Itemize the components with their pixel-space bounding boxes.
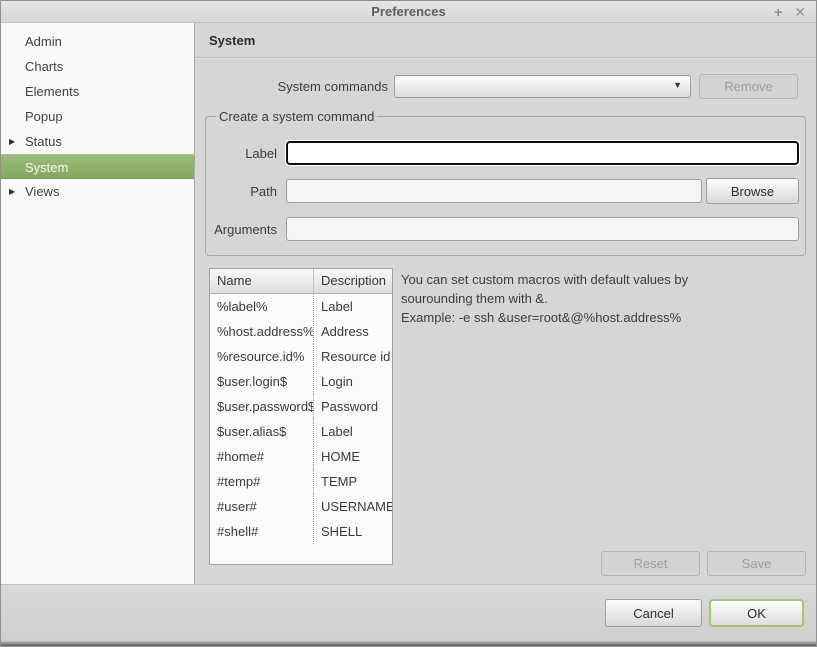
main-content: System System commands ▼ Remove Create a…: [195, 23, 816, 584]
column-header-description[interactable]: Description: [314, 269, 392, 294]
table-row[interactable]: #user#USERNAME: [210, 494, 392, 519]
macro-name-cell: $user.alias$: [210, 419, 314, 444]
macro-description-cell: Login: [314, 369, 392, 394]
macro-name-cell: %label%: [210, 294, 314, 319]
macro-name-cell: %resource.id%: [210, 344, 314, 369]
sidebar-item-label: Popup: [25, 109, 63, 124]
sidebar-item-label: Charts: [25, 59, 63, 74]
create-command-fieldset: Create a system command Label Path Brows…: [205, 109, 806, 256]
macro-name-cell: %host.address%: [210, 319, 314, 344]
sidebar-item-label: Elements: [25, 84, 79, 99]
macro-name-cell: #shell#: [210, 519, 314, 544]
macros-table-header: Name Description: [210, 269, 392, 294]
macro-name-cell: #user#: [210, 494, 314, 519]
remove-button[interactable]: Remove: [699, 74, 798, 99]
table-row[interactable]: #shell#SHELL: [210, 519, 392, 544]
sidebar-item-label: Status: [25, 134, 62, 149]
sidebar-item-system[interactable]: System: [1, 154, 194, 179]
table-row[interactable]: %host.address%Address: [210, 319, 392, 344]
reset-button[interactable]: Reset: [601, 551, 700, 576]
expander-arrow-icon[interactable]: ▶: [9, 129, 15, 154]
table-row[interactable]: #temp#TEMP: [210, 469, 392, 494]
preferences-window: Preferences + ✕ Admin Charts Elements Popup…: [0, 0, 817, 647]
window-title: Preferences: [1, 4, 816, 19]
heading-separator: [195, 57, 816, 59]
macro-description-cell: SHELL: [314, 519, 392, 544]
close-icon[interactable]: ✕: [794, 3, 806, 21]
table-row[interactable]: %label%Label: [210, 294, 392, 319]
path-field-label: Path: [214, 184, 286, 199]
sidebar-item-label: Admin: [25, 34, 62, 49]
table-row[interactable]: $user.password$Password: [210, 394, 392, 419]
sidebar-nav: Admin Charts Elements Popup ▶ Status System ▶ Vi…: [1, 23, 195, 584]
browse-button[interactable]: Browse: [706, 178, 799, 204]
label-field[interactable]: [286, 141, 799, 165]
macro-help-line: sourounding them with &.: [401, 289, 688, 308]
sidebar-item-charts[interactable]: Charts: [1, 54, 194, 79]
sidebar-item-status[interactable]: ▶ Status: [1, 129, 194, 154]
macro-description-cell: USERNAME: [314, 494, 392, 519]
window-bottom-edge: [1, 641, 816, 646]
macro-description-cell: Label: [314, 419, 392, 444]
macros-table[interactable]: Name Description %label%Label%host.addre…: [209, 268, 393, 565]
table-row[interactable]: $user.login$Login: [210, 369, 392, 394]
cancel-button[interactable]: Cancel: [605, 599, 702, 627]
macro-name-cell: $user.login$: [210, 369, 314, 394]
sidebar-item-admin[interactable]: Admin: [1, 29, 194, 54]
macro-description-cell: TEMP: [314, 469, 392, 494]
macro-description-cell: HOME: [314, 444, 392, 469]
label-field-label: Label: [214, 146, 286, 161]
sidebar-item-elements[interactable]: Elements: [1, 79, 194, 104]
macro-description-cell: Address: [314, 319, 392, 344]
titlebar[interactable]: Preferences + ✕: [1, 1, 816, 23]
system-commands-select[interactable]: ▼: [394, 75, 691, 98]
dialog-button-bar: Cancel OK: [1, 584, 816, 641]
maximize-icon[interactable]: +: [774, 3, 782, 21]
arguments-field-label: Arguments: [214, 222, 286, 237]
sidebar-item-label: System: [25, 160, 68, 175]
create-command-legend: Create a system command: [216, 109, 377, 124]
macro-name-cell: #home#: [210, 444, 314, 469]
macro-help-line: Example: -e ssh &user=root&@%host.addres…: [401, 308, 688, 327]
macro-help-text: You can set custom macros with default v…: [401, 268, 688, 551]
expander-arrow-icon[interactable]: ▶: [9, 179, 15, 204]
arguments-field[interactable]: [286, 217, 799, 241]
column-header-name[interactable]: Name: [210, 269, 314, 294]
page-title: System: [209, 33, 816, 48]
macro-description-cell: Password: [314, 394, 392, 419]
sidebar-item-views[interactable]: ▶ Views: [1, 179, 194, 204]
save-button[interactable]: Save: [707, 551, 806, 576]
sidebar-item-label: Views: [25, 184, 59, 199]
table-row[interactable]: $user.alias$Label: [210, 419, 392, 444]
path-field[interactable]: [286, 179, 702, 203]
chevron-down-icon: ▼: [673, 80, 682, 90]
macro-name-cell: $user.password$: [210, 394, 314, 419]
macro-help-line: You can set custom macros with default v…: [401, 270, 688, 289]
table-row[interactable]: %resource.id%Resource id: [210, 344, 392, 369]
macro-description-cell: Label: [314, 294, 392, 319]
system-commands-label: System commands: [195, 79, 394, 94]
macro-name-cell: #temp#: [210, 469, 314, 494]
table-row[interactable]: #home#HOME: [210, 444, 392, 469]
sidebar-item-popup[interactable]: Popup: [1, 104, 194, 129]
macros-table-body: %label%Label%host.address%Address%resour…: [210, 294, 392, 544]
ok-button[interactable]: OK: [709, 599, 804, 627]
macro-description-cell: Resource id: [314, 344, 392, 369]
